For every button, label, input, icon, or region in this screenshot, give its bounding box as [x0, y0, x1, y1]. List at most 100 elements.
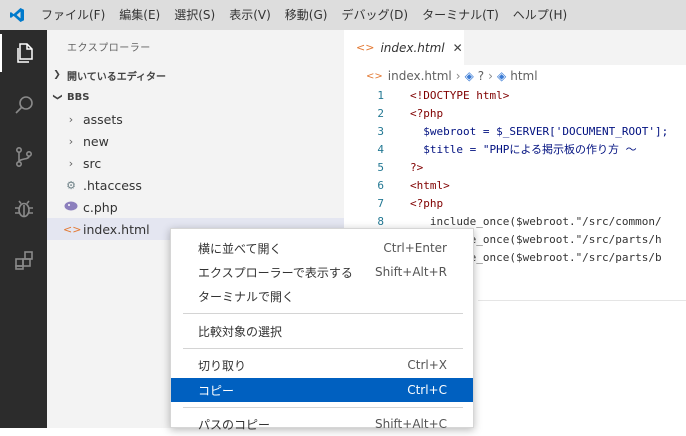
html-icon: <> — [366, 70, 383, 82]
tab-label: index.html — [380, 40, 445, 55]
line-number: 4 — [377, 143, 384, 156]
project-label: BBS — [67, 91, 90, 103]
code-line: 6 <html> — [344, 177, 686, 195]
breadcrumb-html[interactable]: html — [510, 69, 537, 83]
tree-item-label: c.php — [83, 199, 118, 215]
vscode-logo-icon — [0, 0, 34, 30]
menu-separator — [183, 348, 463, 349]
chevron-right-icon: › — [68, 156, 74, 170]
tree-item-assets[interactable]: › assets — [47, 108, 344, 130]
menu-go[interactable]: 移動(G) — [278, 0, 335, 30]
menu-item-copy[interactable]: コピー Ctrl+C — [171, 378, 473, 402]
tree-item-label: index.html — [83, 221, 150, 237]
shortcut-label: Shift+Alt+C — [374, 417, 447, 431]
menu-item-label: エクスプローラーで表示する — [198, 265, 353, 280]
search-icon[interactable] — [0, 86, 47, 124]
html-icon: <> — [356, 41, 375, 54]
chevron-right-icon: › — [455, 69, 461, 83]
tree-item-src[interactable]: › src — [47, 152, 344, 174]
menu-bar: ファイル(F) 編集(E) 選択(S) 表示(V) 移動(G) デバッグ(D) … — [34, 0, 574, 30]
chevron-right-icon: ❯ — [53, 70, 61, 80]
tree-item-label: assets — [83, 111, 123, 127]
cube-icon: ◈ — [464, 69, 474, 83]
line-number: 6 — [377, 179, 384, 192]
line-text: ?> — [410, 161, 424, 174]
breadcrumb: <> index.html › ◈ ? › ◈ html — [344, 65, 686, 87]
code-line: 1 <!DOCTYPE html> — [344, 87, 686, 105]
explorer-title: エクスプローラー — [67, 43, 151, 54]
shortcut-label: Ctrl+Enter — [383, 241, 447, 255]
menu-file[interactable]: ファイル(F) — [34, 0, 112, 30]
menu-item-copy-path[interactable]: パスのコピー Shift+Alt+C — [171, 412, 473, 436]
project-section[interactable]: ❯ BBS — [47, 86, 344, 108]
menu-view[interactable]: 表示(V) — [222, 0, 278, 30]
line-text: <!DOCTYPE html> — [410, 89, 510, 102]
gear-icon: ⚙ — [66, 178, 76, 192]
code-line: 3 $webroot = $_SERVER['DOCUMENT_ROOT']; — [344, 123, 686, 141]
line-number: 5 — [377, 161, 384, 174]
editor-divider — [478, 300, 686, 301]
menu-item-label: コピー — [198, 383, 235, 398]
files-icon[interactable] — [0, 34, 47, 72]
shortcut-label: Shift+Alt+R — [375, 265, 447, 279]
context-menu: 横に並べて開く Ctrl+Enter エクスプローラーで表示する Shift+A… — [170, 228, 474, 432]
line-text: <html> — [410, 179, 450, 192]
shortcut-label: Ctrl+X — [407, 358, 447, 372]
code-line: 5 ?> — [344, 159, 686, 177]
shortcut-label: Ctrl+C — [407, 383, 447, 397]
debug-icon[interactable] — [0, 190, 47, 228]
menu-item-open-to-side[interactable]: 横に並べて開く Ctrl+Enter — [171, 236, 473, 260]
menu-help[interactable]: ヘルプ(H) — [506, 0, 574, 30]
menu-item-select-for-compare[interactable]: 比較対象の選択 — [171, 319, 473, 343]
menu-item-open-in-terminal[interactable]: ターミナルで開く — [171, 284, 473, 308]
chevron-right-icon: › — [68, 112, 74, 126]
open-editors-section[interactable]: ❯ 開いているエディター — [47, 64, 344, 86]
menu-terminal[interactable]: ターミナル(T) — [415, 0, 506, 30]
menu-item-label: 横に並べて開く — [198, 241, 282, 256]
tree-item-new[interactable]: › new — [47, 130, 344, 152]
tree-item-htaccess[interactable]: ⚙ .htaccess — [47, 174, 344, 196]
activity-bar — [0, 30, 47, 428]
close-icon[interactable]: ✕ — [453, 41, 463, 55]
source-control-icon[interactable] — [0, 138, 47, 176]
breadcrumb-symbol[interactable]: ? — [478, 69, 484, 83]
title-bar: ファイル(F) 編集(E) 選択(S) 表示(V) 移動(G) デバッグ(D) … — [0, 0, 686, 30]
line-text: $webroot = $_SERVER['DOCUMENT_ROOT']; — [410, 125, 669, 138]
tree-item-label: src — [83, 155, 102, 171]
menu-item-reveal-in-explorer[interactable]: エクスプローラーで表示する Shift+Alt+R — [171, 260, 473, 284]
menu-separator — [183, 407, 463, 408]
code-line: 4 $title = "PHPによる掲示板の作り方 ～ — [344, 141, 686, 159]
chevron-down-icon: ❯ — [52, 93, 62, 101]
menu-separator — [183, 313, 463, 314]
code-line: 2 <?php — [344, 105, 686, 123]
menu-edit[interactable]: 編集(E) — [112, 0, 167, 30]
line-number: 3 — [377, 125, 384, 138]
tree-item-cphp[interactable]: c.php — [47, 196, 344, 218]
chevron-right-icon: › — [488, 69, 493, 83]
tree-item-label: new — [83, 133, 109, 149]
menu-item-label: 比較対象の選択 — [198, 324, 283, 339]
menu-debug[interactable]: デバッグ(D) — [334, 0, 415, 30]
tab-index-html[interactable]: <> index.html ✕ — [344, 30, 464, 65]
chevron-right-icon: › — [68, 134, 74, 148]
cube-icon: ◈ — [496, 69, 507, 83]
extensions-icon[interactable] — [0, 242, 47, 280]
line-number: 1 — [377, 89, 384, 102]
line-text: <?php — [410, 107, 444, 120]
line-text: <?php — [410, 197, 444, 210]
menu-selection[interactable]: 選択(S) — [167, 0, 222, 30]
line-text: $title = "PHPによる掲示板の作り方 ～ — [410, 143, 637, 156]
line-number: 2 — [377, 107, 384, 120]
open-editors-label: 開いているエディター — [67, 71, 166, 83]
tab-bar: <> index.html ✕ — [344, 30, 686, 65]
menu-item-label: ターミナルで開く — [198, 289, 295, 304]
html-icon: <> — [63, 222, 82, 236]
menu-item-label: パスのコピー — [198, 417, 271, 432]
breadcrumb-file[interactable]: index.html — [388, 69, 452, 83]
code-line: 7 <?php — [344, 195, 686, 213]
php-icon — [63, 200, 79, 215]
line-number: 7 — [377, 197, 384, 210]
tree-item-label: .htaccess — [83, 177, 142, 193]
menu-item-label: 切り取り — [198, 358, 247, 373]
menu-item-cut[interactable]: 切り取り Ctrl+X — [171, 353, 473, 377]
